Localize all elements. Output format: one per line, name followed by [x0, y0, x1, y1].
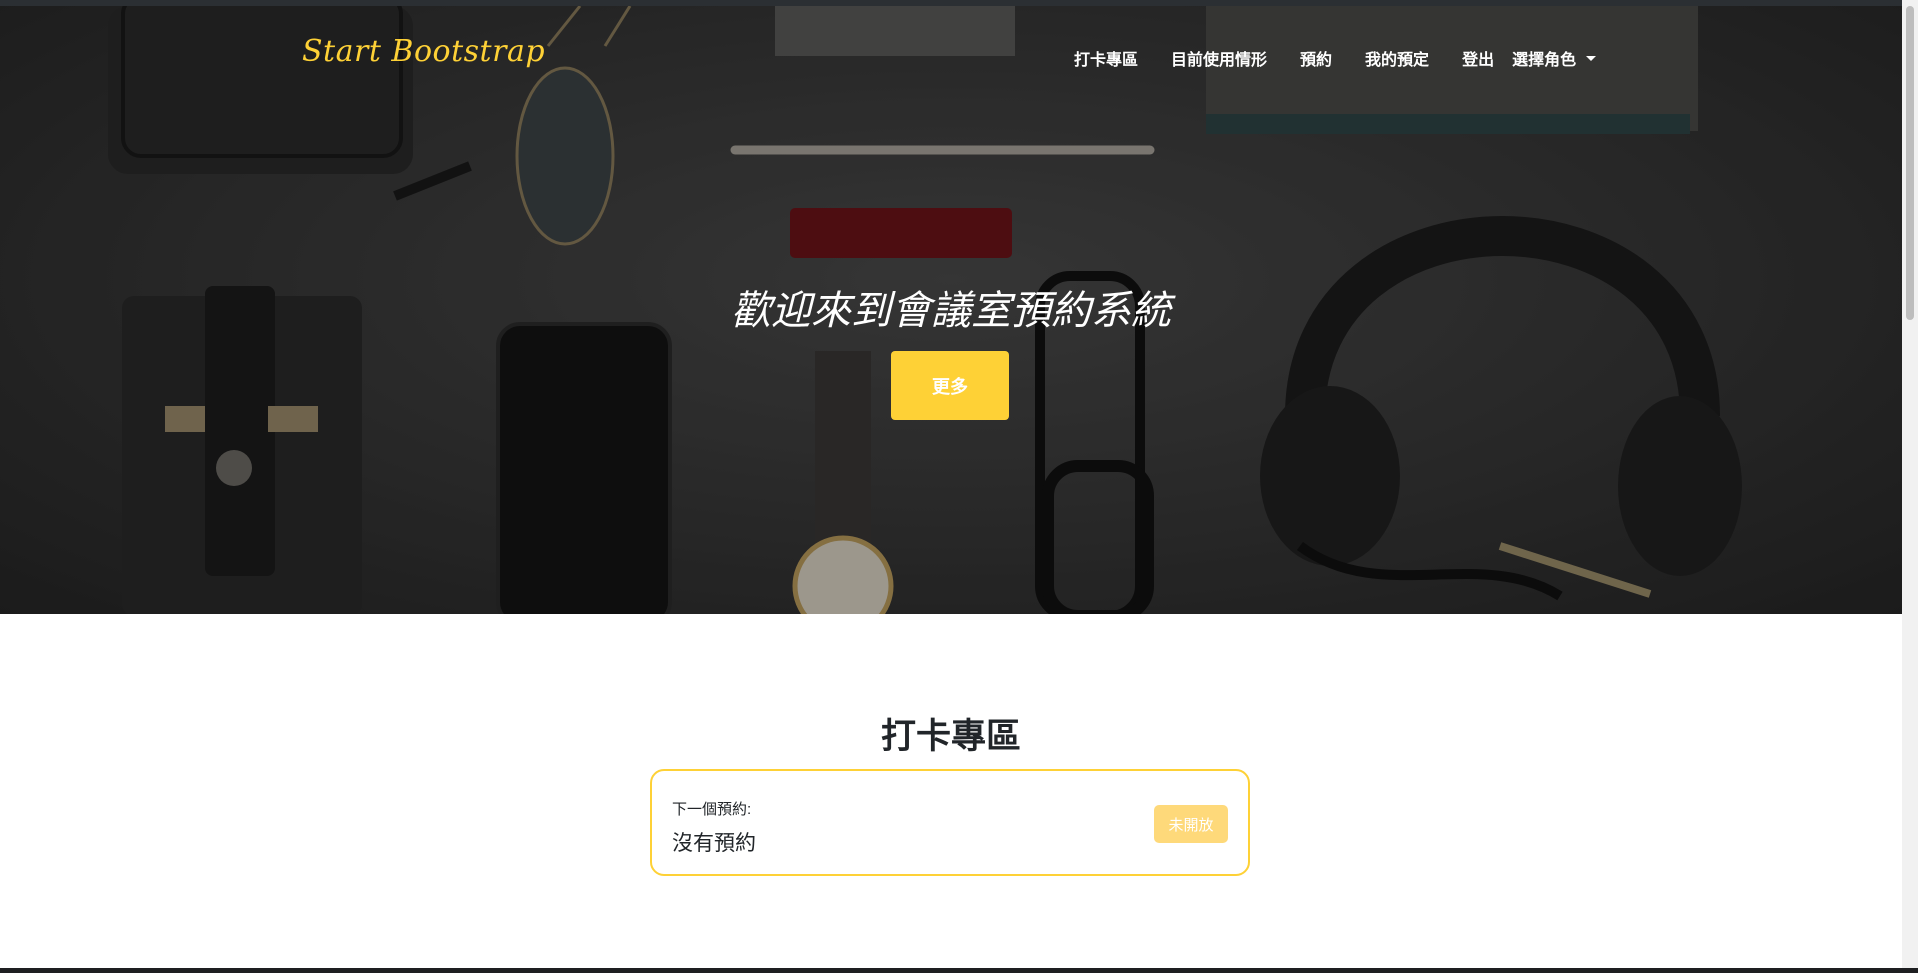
- nav-item-usage-status[interactable]: 目前使用情形: [1171, 46, 1267, 70]
- next-reservation-label: 下一個預約:: [672, 801, 752, 818]
- page-viewport: 歡迎來到會議室預約系統 更多 Start Bootstrap 打卡專區 目前使用…: [0, 0, 1902, 968]
- navbar: Start Bootstrap 打卡專區 目前使用情形 預約 我的預定 登出 選…: [0, 6, 1902, 98]
- nav-item-my-reservations[interactable]: 我的預定: [1365, 46, 1429, 70]
- caret-down-icon: [1586, 55, 1597, 61]
- hero-title: 歡迎來到會議室預約系統: [731, 289, 1171, 333]
- nav-item-reserve[interactable]: 預約: [1300, 46, 1332, 70]
- section-title: 打卡專區: [880, 717, 1021, 756]
- more-button[interactable]: 更多: [891, 351, 1009, 420]
- checkin-button[interactable]: 未開放: [1154, 805, 1228, 843]
- scrollbar-thumb[interactable]: [1906, 6, 1914, 320]
- role-dropdown-label: 選擇角色: [1512, 52, 1577, 69]
- brand-logo[interactable]: Start Bootstrap: [302, 34, 545, 69]
- nav-item-logout[interactable]: 登出: [1462, 46, 1494, 70]
- next-reservation-value: 沒有預約: [672, 832, 756, 855]
- next-reservation-card: 下一個預約: 沒有預約 未開放: [650, 769, 1250, 876]
- nav-menu: 打卡專區 目前使用情形 預約 我的預定 登出 選擇角色: [1074, 46, 1597, 70]
- role-dropdown[interactable]: 選擇角色: [1512, 46, 1597, 70]
- nav-item-checkin[interactable]: 打卡專區: [1074, 46, 1138, 70]
- window-bottom-edge: [0, 968, 1918, 973]
- vertical-scrollbar[interactable]: [1902, 0, 1918, 968]
